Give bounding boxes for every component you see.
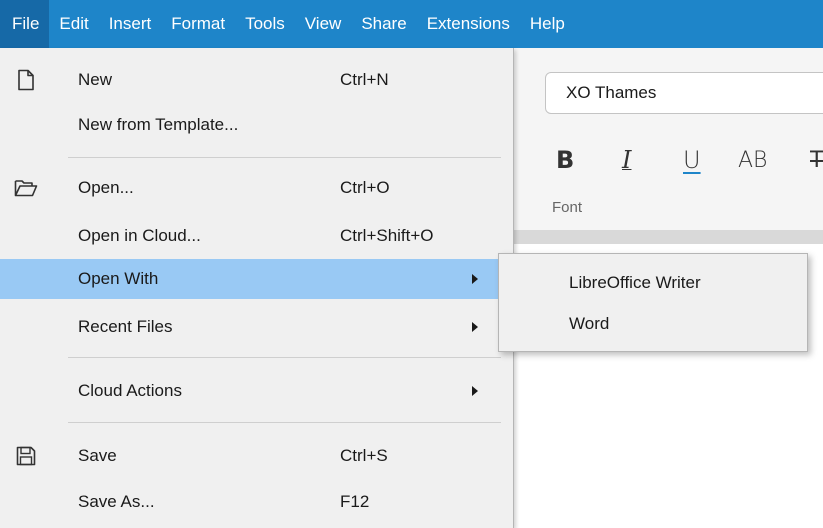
submenu-item-label: Word — [569, 314, 610, 333]
submenu-item-word[interactable]: Word — [499, 304, 807, 344]
submenu-arrow-icon — [472, 386, 478, 396]
menu-item-label: Recent Files — [78, 317, 173, 336]
strikethrough-icon: T — [810, 147, 823, 173]
open-with-submenu: LibreOffice Writer Word — [498, 253, 808, 352]
menu-format[interactable]: Format — [161, 0, 235, 48]
menu-item-new[interactable]: New Ctrl+N — [0, 60, 510, 100]
menu-bar: File Edit Insert Format Tools View Share… — [0, 0, 823, 48]
menu-item-save-as[interactable]: Save As... F12 — [0, 482, 510, 522]
menu-item-shortcut: Ctrl+S — [340, 446, 388, 465]
menu-help[interactable]: Help — [520, 0, 575, 48]
ribbon-divider — [510, 230, 823, 244]
menu-view[interactable]: View — [295, 0, 352, 48]
menu-item-label: Open in Cloud... — [78, 226, 201, 245]
menu-file[interactable]: File — [0, 0, 50, 48]
menu-insert[interactable]: Insert — [99, 0, 162, 48]
menu-item-label: Save As... — [78, 492, 155, 511]
menu-tools[interactable]: Tools — [235, 0, 295, 48]
menu-extensions[interactable]: Extensions — [417, 0, 520, 48]
submenu-arrow-icon — [472, 274, 478, 284]
menu-item-open-in-cloud[interactable]: Open in Cloud... Ctrl+Shift+O — [0, 216, 510, 256]
submenu-arrow-icon — [472, 322, 478, 332]
file-menu: New Ctrl+N New from Template... Open... … — [0, 48, 514, 528]
menu-share[interactable]: Share — [351, 0, 416, 48]
menu-separator — [68, 157, 501, 158]
bold-button[interactable]: B — [556, 143, 574, 177]
menu-edit[interactable]: Edit — [49, 0, 98, 48]
menu-item-shortcut: Ctrl+N — [340, 70, 389, 89]
menu-item-open[interactable]: Open... Ctrl+O — [0, 168, 510, 208]
font-name-select[interactable]: XO Thames — [545, 72, 823, 114]
menu-item-label: New from Template... — [78, 115, 239, 134]
menu-item-label: Open With — [78, 269, 159, 288]
italic-button[interactable]: I — [622, 143, 631, 177]
menu-item-save[interactable]: Save Ctrl+S — [0, 436, 510, 476]
save-icon — [14, 444, 38, 468]
menu-item-shortcut: Ctrl+O — [340, 178, 390, 197]
menu-item-label: Save — [78, 446, 117, 465]
underline-button[interactable]: U — [683, 143, 701, 177]
menu-item-open-with[interactable]: Open With — [0, 259, 510, 299]
menu-item-new-from-template[interactable]: New from Template... — [0, 105, 510, 145]
menu-item-recent-files[interactable]: Recent Files — [0, 307, 510, 347]
menu-item-label: New — [78, 70, 113, 89]
open-folder-icon — [14, 176, 38, 200]
submenu-item-label: LibreOffice Writer — [569, 273, 701, 292]
menu-item-label: Cloud Actions — [78, 381, 182, 400]
submenu-item-libreoffice-writer[interactable]: LibreOffice Writer — [499, 263, 807, 303]
menu-item-shortcut: F12 — [340, 492, 370, 511]
menu-separator — [68, 357, 501, 358]
strikethrough-button[interactable]: T — [810, 143, 823, 177]
menu-item-shortcut: Ctrl+Shift+O — [340, 226, 434, 245]
new-document-icon — [14, 68, 38, 92]
menu-item-cloud-actions[interactable]: Cloud Actions — [0, 371, 510, 411]
menu-item-label: Open... — [78, 178, 134, 197]
allcaps-button[interactable]: AB — [738, 143, 767, 177]
font-group-label: Font — [552, 199, 583, 216]
menu-separator — [68, 422, 501, 423]
